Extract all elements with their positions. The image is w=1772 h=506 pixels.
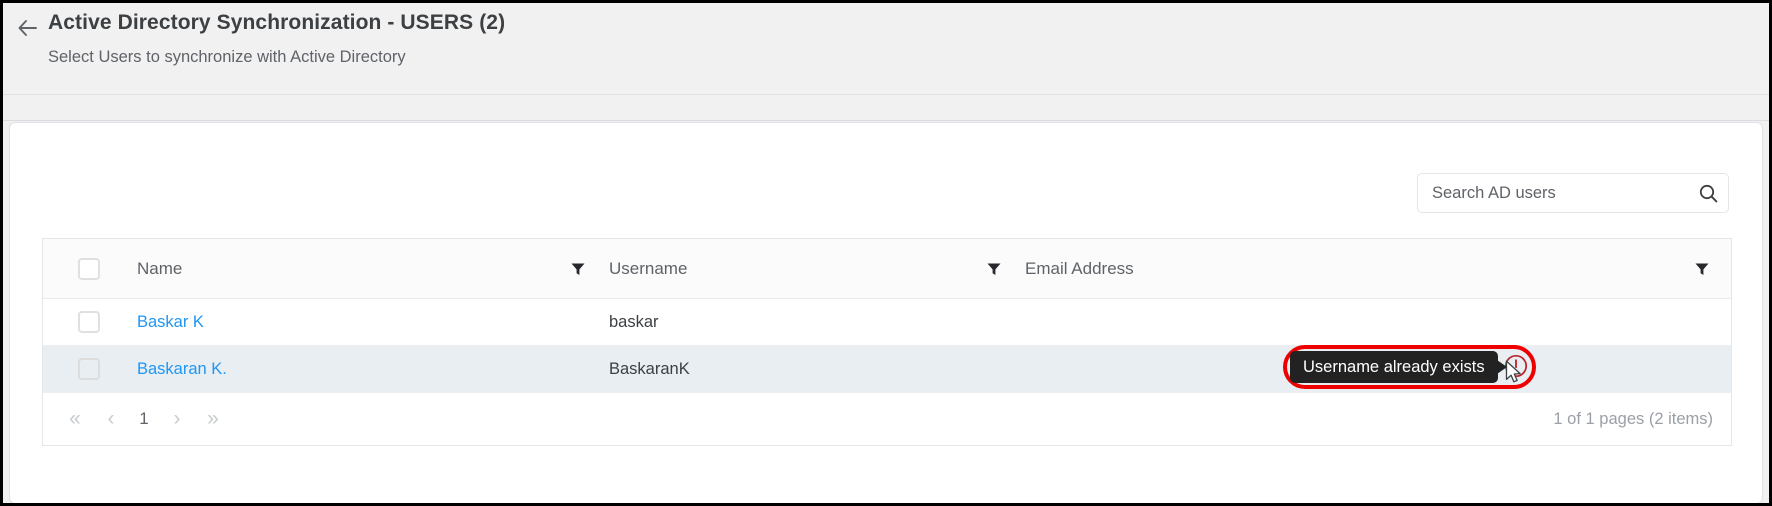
pagination-prev-button[interactable]: ‹ <box>93 402 129 436</box>
content-card: Name Username Email Address <box>9 122 1763 503</box>
email-value <box>1023 313 1025 331</box>
page-subtitle: Select Users to synchronize with Active … <box>48 48 406 66</box>
users-table: Name Username Email Address Baskar K bas… <box>42 238 1732 446</box>
row-name-cell: Baskaran K. <box>135 360 565 379</box>
tooltip-text: Username already exists <box>1303 357 1485 376</box>
row-checkbox-cell <box>43 358 135 380</box>
pagination-page-1[interactable]: 1 <box>129 409 159 429</box>
username-value: baskar <box>609 312 659 331</box>
back-arrow-icon[interactable] <box>11 11 45 45</box>
select-all-cell <box>43 257 135 280</box>
row-username-cell: baskar <box>607 313 981 332</box>
user-name-link[interactable]: Baskaran K. <box>135 360 227 378</box>
pagination-status: 1 of 1 pages (2 items) <box>1553 409 1713 428</box>
column-label-username: Username <box>609 258 688 278</box>
page-title: Active Directory Synchronization - USERS… <box>48 11 506 34</box>
column-header-email[interactable]: Email Address <box>1023 259 1689 279</box>
page-header: Active Directory Synchronization - USERS… <box>3 3 1769 95</box>
warning-circle-icon[interactable] <box>1503 353 1529 379</box>
filter-funnel-icon-email[interactable] <box>1689 261 1715 277</box>
row-checkbox[interactable] <box>78 311 100 333</box>
tooltip: Username already exists <box>1290 351 1507 383</box>
pagination-next-button[interactable]: › <box>159 402 195 436</box>
row-email-cell <box>1023 313 1689 332</box>
pagination-bar: « ‹ 1 › » 1 of 1 pages (2 items) <box>43 393 1731 445</box>
search-icon[interactable] <box>1688 174 1728 212</box>
user-name-link[interactable]: Baskar K <box>135 313 204 331</box>
column-header-username[interactable]: Username <box>607 259 981 279</box>
username-value: BaskaranK <box>609 359 690 378</box>
header-divider-band <box>3 95 1769 121</box>
select-all-checkbox[interactable] <box>78 257 100 280</box>
column-label-name: Name <box>137 258 183 278</box>
search-box[interactable] <box>1417 173 1729 213</box>
pagination-last-button[interactable]: » <box>195 402 231 436</box>
search-input[interactable] <box>1418 183 1688 203</box>
row-username-cell: BaskaranK <box>607 360 981 379</box>
column-header-name[interactable]: Name <box>135 259 565 279</box>
email-value <box>1023 360 1025 378</box>
row-checkbox-cell <box>43 311 135 333</box>
column-label-email: Email Address <box>1025 258 1134 278</box>
app-screen: Active Directory Synchronization - USERS… <box>0 0 1772 506</box>
table-row[interactable]: Baskar K baskar <box>43 299 1731 346</box>
filter-funnel-icon-name[interactable] <box>565 261 591 277</box>
row-name-cell: Baskar K <box>135 313 565 332</box>
pagination-first-button[interactable]: « <box>57 402 93 436</box>
table-header-row: Name Username Email Address <box>43 239 1731 299</box>
row-checkbox[interactable] <box>78 358 100 380</box>
filter-funnel-icon-username[interactable] <box>981 261 1007 277</box>
